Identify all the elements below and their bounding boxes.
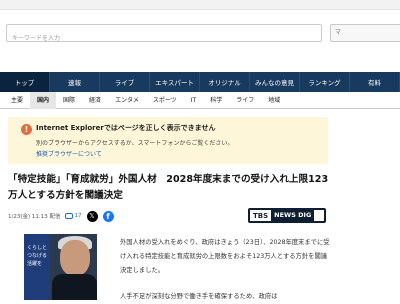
recommended-browsers-link[interactable]: 推奨ブラウザーについて: [36, 149, 102, 158]
warning-text: 別のブラウザーからアクセスするか、スマートフォンからご覧ください。: [36, 140, 234, 147]
category-tab-local[interactable]: 地域: [261, 92, 287, 109]
nav-item-original[interactable]: オリジナル: [200, 72, 250, 92]
nav-item-live[interactable]: ライブ: [100, 72, 150, 92]
search-input[interactable]: [7, 30, 321, 47]
photo-suit: [52, 274, 97, 300]
top-strip: [0, 0, 400, 10]
category-tab-economy[interactable]: 経済: [82, 92, 108, 109]
article-title: 「特定技能」「育成就労」外国人材 2028年度末までの受け入れ上限123万人とす…: [8, 174, 329, 201]
comment-count[interactable]: 17: [75, 213, 82, 219]
nav-item-opinions[interactable]: みんなの意見: [250, 72, 300, 92]
nav-item-breaking[interactable]: 速報: [50, 72, 100, 92]
nav-item-expert[interactable]: エキスパート: [150, 72, 200, 92]
tbs-news-dig-logo[interactable]: TBS NEWS DIG: [248, 208, 326, 223]
category-tab-sports[interactable]: スポーツ: [146, 92, 184, 109]
category-tab-international[interactable]: 国際: [56, 92, 82, 109]
category-tab-entertainment[interactable]: エンタメ: [108, 92, 146, 109]
article-photo[interactable]: くらしと つなげる 活躍を: [24, 234, 97, 300]
x-share-icon[interactable]: 𝕏: [86, 210, 98, 222]
nav-item-top[interactable]: トップ: [0, 72, 50, 92]
photo-panel: くらしと つなげる 活躍を: [24, 234, 50, 300]
nav-item-paid[interactable]: 有料: [350, 72, 400, 92]
photo-face: [60, 240, 90, 276]
category-tab-main[interactable]: 主要: [4, 92, 30, 109]
category-tab-it[interactable]: IT: [184, 92, 203, 109]
article-date: 1/23(金) 11:13 配信: [8, 214, 61, 220]
logo-part2: NEWS DIG: [271, 210, 315, 221]
facebook-share-icon[interactable]: f: [102, 210, 114, 222]
search-box: [6, 24, 322, 47]
search-bar: マ: [0, 10, 400, 62]
category-tab-domestic[interactable]: 国内: [30, 91, 57, 109]
article-paragraph: 人手不足が深刻な分野で働き手を確保するため、政府は: [120, 293, 278, 300]
browser-warning-banner: ! Internet Explorerではページを正しく表示できません 別のブラ…: [8, 117, 328, 164]
logo-part1: TBS: [253, 211, 269, 220]
category-tab-science[interactable]: 科学: [203, 92, 229, 109]
article-paragraph: 外国人材の受入れをめぐり、政府はきょう（23日）、2028年度末までに受け入れる…: [120, 239, 330, 274]
article-meta: 1/23(金) 11:13 配信 17 𝕏 f: [8, 210, 114, 222]
main-nav: トップ 速報 ライブ エキスパート オリジナル みんなの意見 ランキング 有料: [0, 72, 400, 92]
warning-icon: !: [21, 124, 32, 135]
article-body: 外国人材の受入れをめぐり、政府はきょう（23日）、2028年度末までに受け入れる…: [120, 236, 330, 304]
category-tab-life[interactable]: ライフ: [229, 92, 261, 109]
nav-item-ranking[interactable]: ランキング: [300, 72, 350, 92]
category-nav: 主要 国内 国際 経済 エンタメ スポーツ IT 科学 ライフ 地域: [0, 91, 400, 109]
photo-panel-text: くらしと つなげる 活躍を: [27, 245, 48, 267]
warning-title: Internet Explorerではページを正しく表示できません: [36, 124, 216, 132]
comment-icon[interactable]: [64, 213, 73, 219]
search-button[interactable]: マ: [330, 24, 400, 42]
